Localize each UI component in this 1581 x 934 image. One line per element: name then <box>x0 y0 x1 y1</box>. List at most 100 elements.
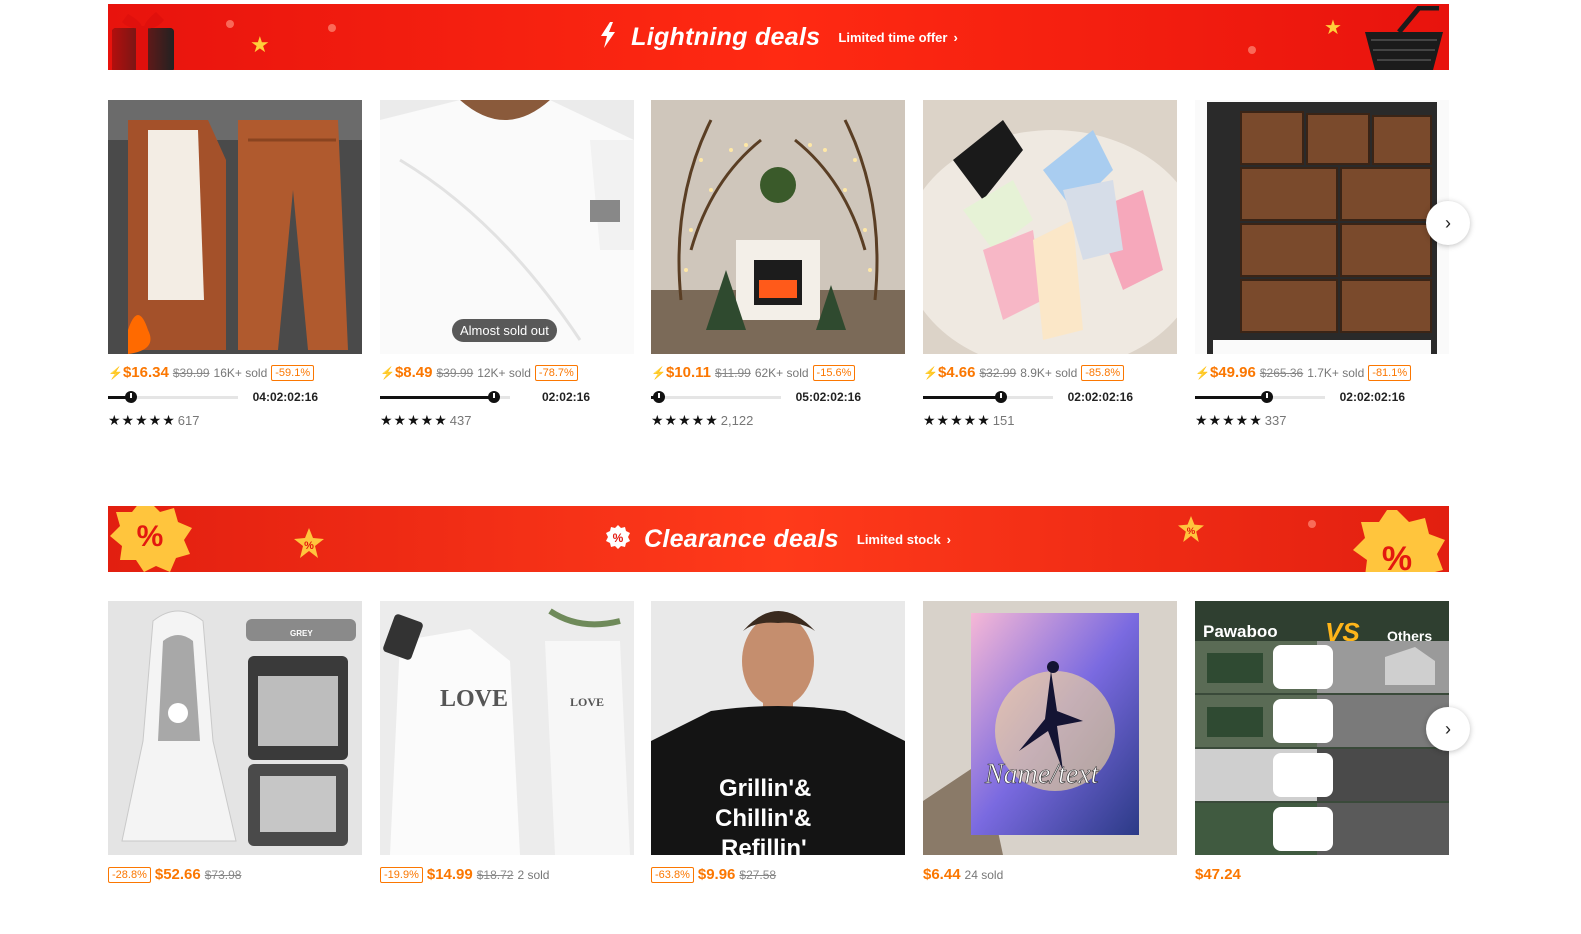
product-price: $47.24 <box>1195 866 1241 883</box>
product-price: $9.96 <box>697 866 736 883</box>
hoodie-print: LOVE <box>440 686 508 712</box>
pants-print: LOVE <box>570 695 604 709</box>
countdown-timer: 02:02:16 <box>541 390 590 404</box>
product-image-white-sweater[interactable]: Almost sold out <box>380 100 634 354</box>
product-card[interactable]: Grillin'& Chillin'& Refillin' -63.8% $9.… <box>651 601 905 883</box>
product-card[interactable]: Almost sold out ⚡$8.49 $39.99 12K+ sold … <box>380 100 634 428</box>
review-count: 337 <box>1264 413 1287 428</box>
product-card[interactable]: ⚡$10.11 $11.99 62K+ sold -15.6% 05:02:02… <box>651 100 905 428</box>
original-price: $32.99 <box>979 365 1017 380</box>
product-price: ⚡$4.66 <box>923 364 976 381</box>
clock-icon <box>125 390 138 403</box>
seat-tag-label: GREY <box>290 629 313 638</box>
product-price: ⚡$8.49 <box>380 364 433 381</box>
original-price: $27.58 <box>739 867 777 882</box>
discount-badge: -78.7% <box>534 364 578 381</box>
clearance-deals-row: GREY -28.8% $52.66 $73.98 LOVE LOVE -19.… <box>108 601 1470 883</box>
discount-badge: -15.6% <box>812 364 856 381</box>
stock-progress-fill <box>1195 395 1267 399</box>
stock-progress-bar <box>1195 390 1325 403</box>
countdown-timer: 02:02:02:16 <box>1067 390 1133 404</box>
discount-badge: -59.1% <box>271 364 315 381</box>
lightning-bolt-icon <box>599 22 617 52</box>
product-image-light-vines[interactable] <box>651 100 905 354</box>
product-price: $52.66 <box>154 866 201 883</box>
lightning-bolt-icon: ⚡ <box>380 366 395 380</box>
product-image-dresser[interactable] <box>1195 100 1449 354</box>
product-card[interactable]: ⚡$16.34 $39.99 16K+ sold -59.1% 04:02:02… <box>108 100 362 428</box>
original-price: $11.99 <box>715 365 751 380</box>
review-count: 437 <box>449 413 472 428</box>
product-price: ⚡$16.34 <box>108 364 169 381</box>
clearance-deals-title: Clearance deals <box>643 524 839 553</box>
blanket-name-text: Name/text <box>984 759 1100 790</box>
sold-count: 62K+ sold <box>754 365 809 380</box>
discount-badge: -63.8% <box>651 866 694 883</box>
clearance-deals-banner[interactable]: % % % % % Clearance deals Limited stock … <box>108 506 1449 572</box>
lightning-bolt-icon: ⚡ <box>1195 366 1210 380</box>
lightning-bolt-icon: ⚡ <box>108 366 123 380</box>
review-count: 617 <box>177 413 200 428</box>
product-price: $14.99 <box>426 866 473 883</box>
product-card[interactable]: ⚡$4.66 $32.99 8.9K+ sold -85.8% 02:02:02… <box>923 100 1177 428</box>
chevron-right-icon: › <box>1445 718 1451 739</box>
stock-progress-bar <box>651 390 781 403</box>
original-price: $73.98 <box>204 867 242 882</box>
stock-progress-bar <box>380 390 510 403</box>
lightning-deals-banner[interactable]: ★ ★ Lightning deals Limited time offer › <box>108 4 1449 70</box>
discount-badge: -81.1% <box>1368 364 1412 381</box>
review-count: 2,122 <box>720 413 754 428</box>
product-image-ballet-blanket[interactable]: Name/text <box>923 601 1177 855</box>
product-card[interactable]: LOVE LOVE -19.9% $14.99 $18.72 2 sold <box>380 601 634 883</box>
sold-count: 1.7K+ sold <box>1307 365 1365 380</box>
clock-icon <box>652 390 665 403</box>
stock-progress-fill <box>923 395 1001 399</box>
sold-count: 12K+ sold <box>477 365 531 380</box>
chevron-right-icon: › <box>1445 212 1451 233</box>
product-image-jacket-set[interactable] <box>108 100 362 354</box>
stock-progress-fill <box>380 395 495 399</box>
product-card[interactable]: Pawaboo VS Others $47.24 <box>1195 601 1449 883</box>
original-price: $18.72 <box>476 867 514 882</box>
sold-count: 24 sold <box>964 867 1004 882</box>
sold-count: 16K+ sold <box>213 365 268 380</box>
product-image-cat-house-comparison[interactable]: Pawaboo VS Others <box>1195 601 1449 855</box>
countdown-timer: 02:02:02:16 <box>1339 390 1405 404</box>
star-rating: ★★★★★ <box>380 412 448 428</box>
next-arrow-button[interactable]: › <box>1426 707 1470 751</box>
lightning-bolt-icon: ⚡ <box>651 366 666 380</box>
lightning-deals-row: ⚡$16.34 $39.99 16K+ sold -59.1% 04:02:02… <box>108 100 1470 428</box>
lightning-bolt-icon: ⚡ <box>923 366 938 380</box>
stock-progress-bar <box>923 390 1053 403</box>
star-rating: ★★★★★ <box>923 412 991 428</box>
next-arrow-button[interactable]: › <box>1426 201 1470 245</box>
product-image-fuzzy-socks[interactable] <box>923 100 1177 354</box>
sold-count: 2 sold <box>517 867 550 882</box>
product-image-seat-covers[interactable]: GREY <box>108 601 362 855</box>
product-image-love-hoodie-set[interactable]: LOVE LOVE <box>380 601 634 855</box>
product-price: $6.44 <box>923 866 961 883</box>
percent-tag-icon: % <box>605 524 630 554</box>
original-price: $265.36 <box>1259 365 1304 380</box>
countdown-timer: 05:02:02:16 <box>795 390 861 404</box>
star-rating: ★★★★★ <box>651 412 719 428</box>
discount-badge: -85.8% <box>1081 364 1125 381</box>
chevron-right-icon: › <box>946 531 952 547</box>
limited-stock-link[interactable]: Limited stock › <box>857 532 951 547</box>
product-price: ⚡$10.11 <box>651 364 712 381</box>
product-card[interactable]: Name/text $6.44 24 sold <box>923 601 1177 883</box>
product-card[interactable]: GREY -28.8% $52.66 $73.98 <box>108 601 362 883</box>
product-image-graphic-tshirt[interactable]: Grillin'& Chillin'& Refillin' <box>651 601 905 855</box>
sold-count: 8.9K+ sold <box>1020 365 1078 380</box>
stock-progress-bar <box>108 390 238 403</box>
tshirt-line-1: Grillin'& <box>719 775 811 802</box>
clock-icon <box>995 390 1007 403</box>
original-price: $39.99 <box>436 365 474 380</box>
limited-time-offer-link[interactable]: Limited time offer › <box>838 30 957 45</box>
original-price: $39.99 <box>172 365 210 380</box>
discount-badge: -28.8% <box>108 866 151 883</box>
catio-brand-text: Pawaboo <box>1203 622 1278 641</box>
lightning-deals-title: Lightning deals <box>631 22 821 51</box>
product-card[interactable]: ⚡$49.96 $265.36 1.7K+ sold -81.1% 02:02:… <box>1195 100 1449 428</box>
discount-badge: -19.9% <box>380 866 423 883</box>
